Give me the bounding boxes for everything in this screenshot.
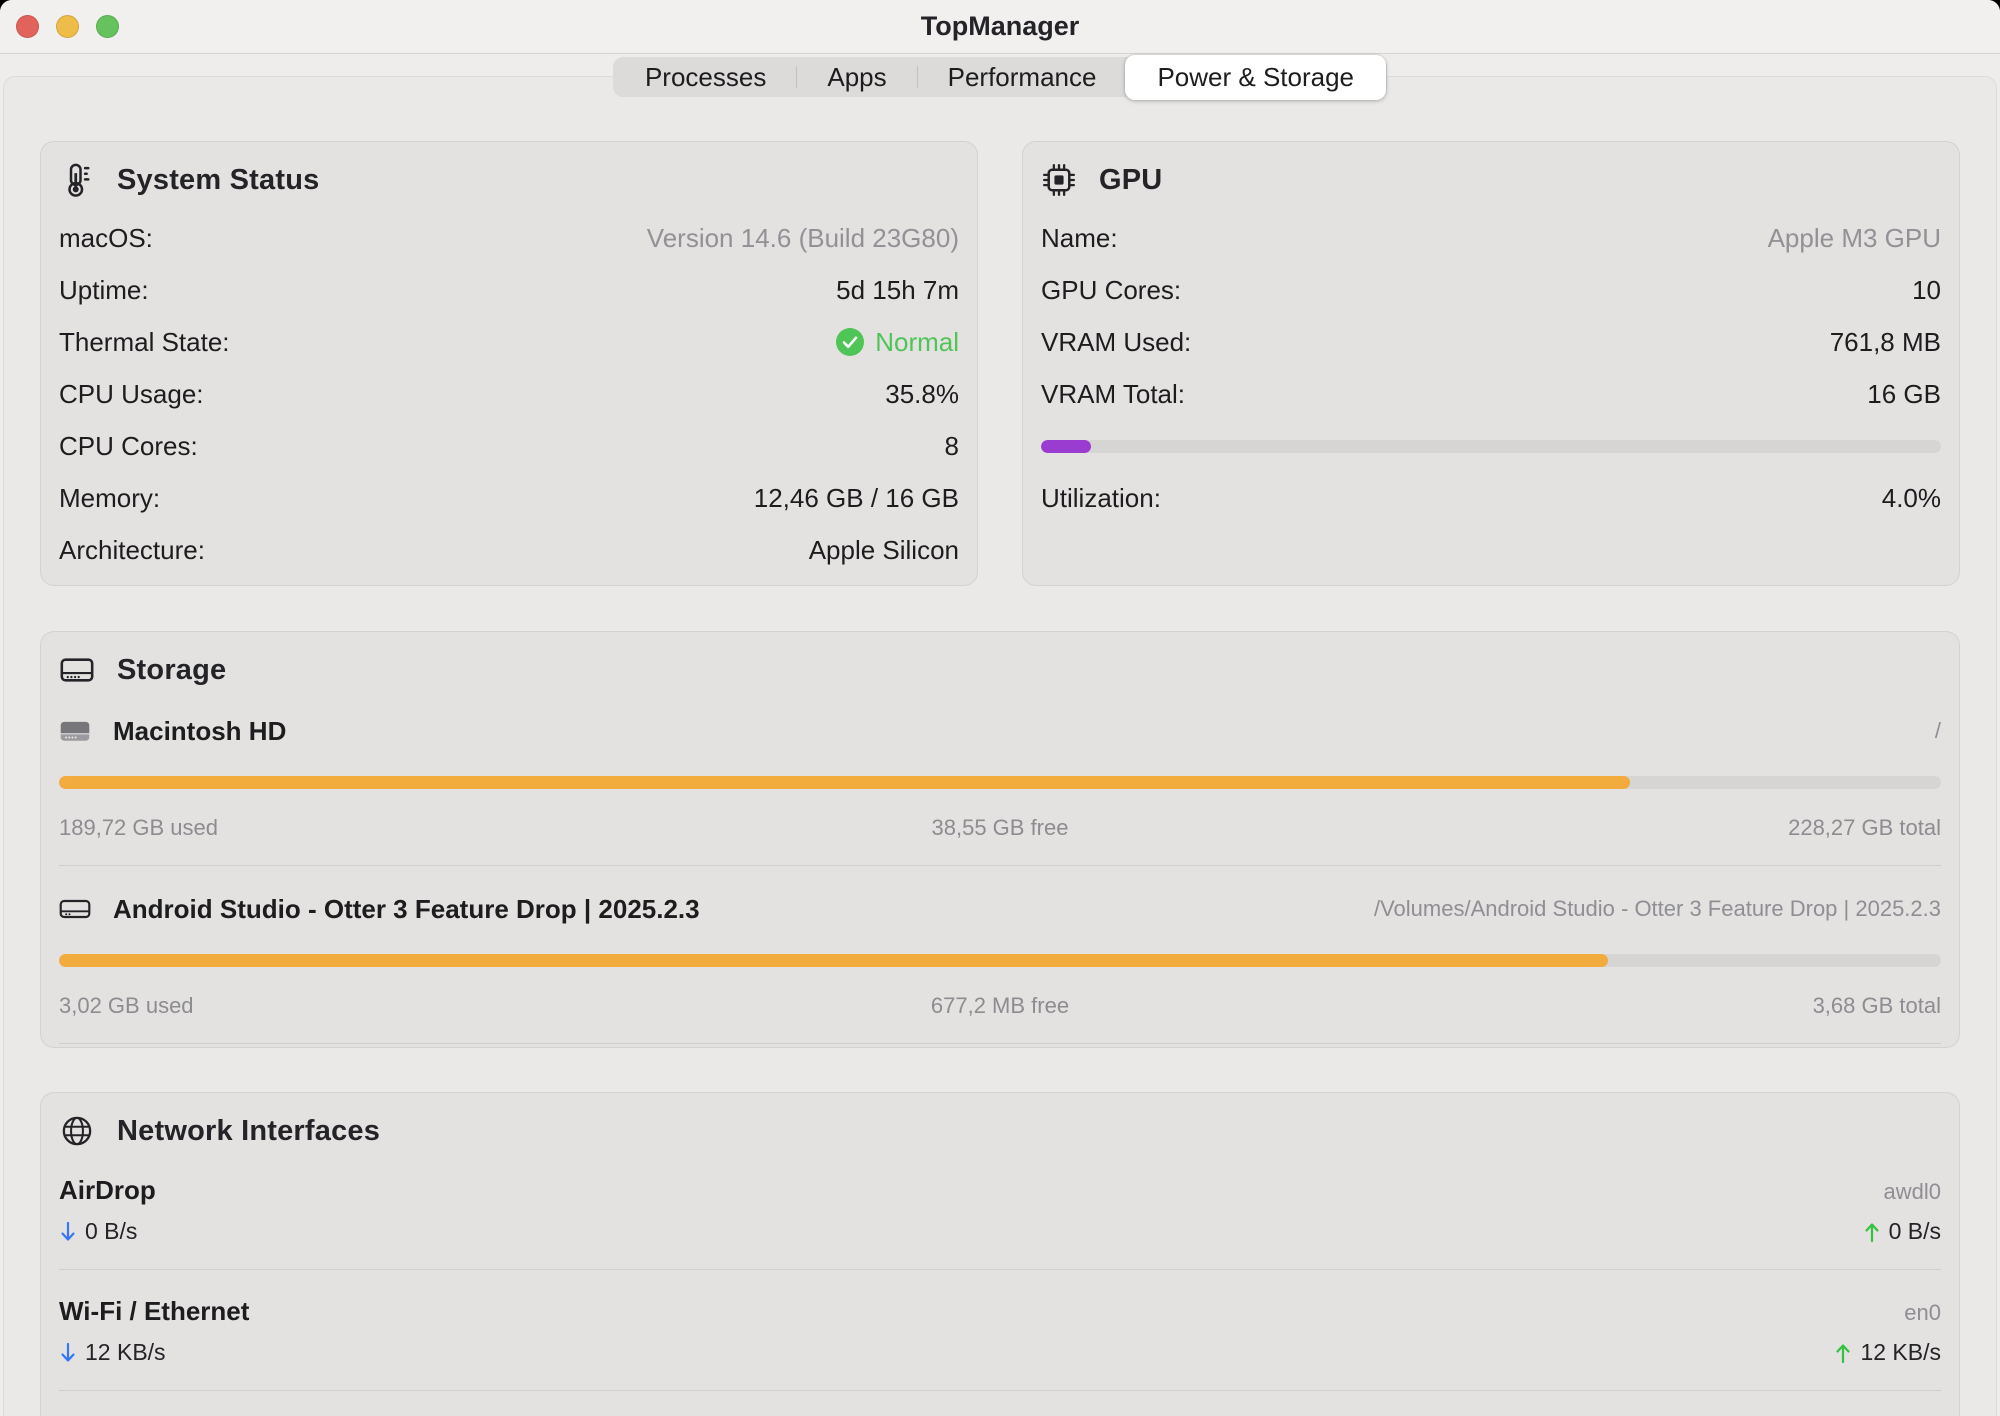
volume-row: Android Studio - Otter 3 Feature Drop | … bbox=[55, 890, 1945, 1044]
interface-name: Wi-Fi / Ethernet bbox=[59, 1296, 249, 1327]
system-status-panel: System Status macOS: Version 14.6 (Build… bbox=[40, 141, 978, 586]
volume-stats: 3,02 GB used 677,2 MB free 3,68 GB total bbox=[59, 993, 1941, 1019]
download-arrow-icon bbox=[59, 1341, 77, 1365]
interface-id: awdl0 bbox=[1884, 1179, 1941, 1205]
download-speed: 12 KB/s bbox=[85, 1339, 166, 1366]
row-vram-used: VRAM Used: 761,8 MB bbox=[1037, 316, 1945, 368]
system-status-header: System Status bbox=[55, 162, 963, 198]
storage-panel: Storage Macintosh HD / bbox=[40, 631, 1960, 1048]
row-architecture: Architecture: Apple Silicon bbox=[55, 524, 963, 576]
panel-title: Storage bbox=[117, 654, 226, 687]
thermometer-icon bbox=[59, 163, 95, 197]
row-divider bbox=[59, 1043, 1941, 1044]
volume-name: Android Studio - Otter 3 Feature Drop | … bbox=[113, 894, 700, 925]
row-gpu-name: Name: Apple M3 GPU bbox=[1037, 212, 1945, 264]
interface-row: Wi-Fi / Ethernet en0 12 KB/s 12 KB/s bbox=[55, 1296, 1945, 1391]
panel-title: System Status bbox=[117, 164, 319, 197]
volume-usage-bar-track bbox=[59, 776, 1941, 789]
tab-performance[interactable]: Performance bbox=[918, 57, 1127, 97]
vram-usage-bar-track bbox=[1041, 440, 1941, 453]
panel-title: GPU bbox=[1099, 164, 1162, 197]
volume-usage-bar-track bbox=[59, 954, 1941, 967]
checkmark-circle-icon bbox=[835, 327, 865, 357]
volume-name: Macintosh HD bbox=[113, 716, 286, 747]
interface-row: AirDrop awdl0 0 B/s 0 B/s bbox=[55, 1175, 1945, 1270]
vram-usage-bar-fill bbox=[1041, 440, 1091, 453]
tab-apps[interactable]: Apps bbox=[797, 57, 916, 97]
network-header: Network Interfaces bbox=[55, 1113, 1945, 1149]
row-divider bbox=[59, 1390, 1941, 1391]
tab-bar: Processes Apps Performance Power & Stora… bbox=[613, 57, 1387, 97]
volume-stats: 189,72 GB used 38,55 GB free 228,27 GB t… bbox=[59, 815, 1941, 841]
row-cpu-usage: CPU Usage: 35.8% bbox=[55, 368, 963, 420]
volume-path: / bbox=[1935, 718, 1941, 744]
cpu-chip-icon bbox=[1041, 164, 1077, 196]
row-utilization: Utilization: 4.0% bbox=[1037, 472, 1945, 524]
panel-title: Network Interfaces bbox=[117, 1115, 380, 1148]
row-thermal-state: Thermal State: Normal bbox=[55, 316, 963, 368]
globe-icon bbox=[59, 1115, 95, 1147]
gpu-panel: GPU Name: Apple M3 GPU GPU Cores: 10 VRA… bbox=[1022, 141, 1960, 586]
titlebar: TopManager bbox=[0, 0, 2000, 54]
row-gpu-cores: GPU Cores: 10 bbox=[1037, 264, 1945, 316]
row-uptime: Uptime: 5d 15h 7m bbox=[55, 264, 963, 316]
tab-power-storage[interactable]: Power & Storage bbox=[1125, 55, 1386, 100]
upload-speed: 12 KB/s bbox=[1860, 1339, 1941, 1366]
storage-header: Storage bbox=[55, 652, 1945, 688]
vram-usage-bar-row bbox=[1037, 420, 1945, 472]
tab-processes[interactable]: Processes bbox=[615, 57, 796, 97]
internal-drive-icon bbox=[59, 655, 95, 685]
volume-usage-bar-fill bbox=[59, 776, 1630, 789]
download-speed: 0 B/s bbox=[85, 1218, 137, 1245]
network-interfaces-panel: Network Interfaces AirDrop awdl0 0 B/s bbox=[40, 1092, 1960, 1416]
row-cpu-cores: CPU Cores: 8 bbox=[55, 420, 963, 472]
upload-arrow-icon bbox=[1863, 1220, 1881, 1244]
row-memory: Memory: 12,46 GB / 16 GB bbox=[55, 472, 963, 524]
interface-speeds: 0 B/s 0 B/s bbox=[59, 1218, 1941, 1245]
app-window: TopManager Processes Apps Performance Po… bbox=[0, 0, 2000, 1416]
row-divider bbox=[59, 1269, 1941, 1270]
row-divider bbox=[59, 865, 1941, 866]
internal-drive-filled-icon bbox=[59, 717, 93, 745]
gpu-header: GPU bbox=[1037, 162, 1945, 198]
thermal-state-value: Normal bbox=[875, 327, 959, 358]
volume-usage-bar-fill bbox=[59, 954, 1608, 967]
upload-arrow-icon bbox=[1834, 1341, 1852, 1365]
tab-bar-wrap: Processes Apps Performance Power & Stora… bbox=[0, 57, 2000, 97]
row-macos: macOS: Version 14.6 (Build 23G80) bbox=[55, 212, 963, 264]
row-vram-total: VRAM Total: 16 GB bbox=[1037, 368, 1945, 420]
external-drive-icon bbox=[59, 895, 93, 923]
interface-id: en0 bbox=[1904, 1300, 1941, 1326]
interface-speeds: 12 KB/s 12 KB/s bbox=[59, 1339, 1941, 1366]
upload-speed: 0 B/s bbox=[1889, 1218, 1941, 1245]
volume-path: /Volumes/Android Studio - Otter 3 Featur… bbox=[1374, 896, 1941, 922]
window-title: TopManager bbox=[0, 0, 2000, 53]
volume-row: Macintosh HD / 189,72 GB used 38,55 GB f… bbox=[55, 712, 1945, 866]
download-arrow-icon bbox=[59, 1220, 77, 1244]
interface-name: AirDrop bbox=[59, 1175, 156, 1206]
